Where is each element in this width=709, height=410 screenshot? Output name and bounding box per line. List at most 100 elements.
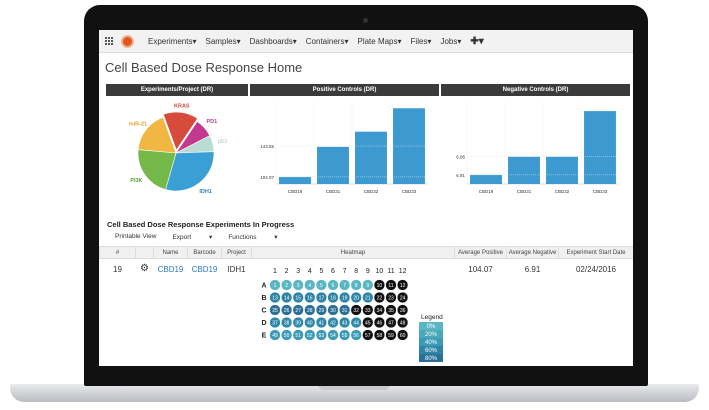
heatmap-well-label: 33 <box>365 308 371 314</box>
bar <box>546 156 578 184</box>
pie-chart: KRAS PD1 p53 IDH1 PI3K miR-21 <box>129 103 227 195</box>
col-num[interactable]: # <box>99 246 136 259</box>
heatmap-well-label: 41 <box>318 321 324 327</box>
page-title: Cell Based Dose Response Home <box>105 60 303 75</box>
heatmap-well-label: 12 <box>399 283 405 289</box>
heatmap-well-label: 47 <box>388 321 394 327</box>
heatmap-well-label: 37 <box>272 321 278 327</box>
heatmap-well-label: 54 <box>330 333 336 339</box>
heatmap-well-label: 56 <box>353 333 359 339</box>
heatmap-well-label: 39 <box>295 321 301 327</box>
nav-jobs[interactable]: Jobs▾ <box>440 37 461 46</box>
printable-view-link[interactable]: Printable View <box>115 233 156 242</box>
heatmap-well-label: 21 <box>365 296 371 302</box>
legend-label: 20% <box>424 332 437 338</box>
heatmap-col-label: 10 <box>375 268 383 275</box>
heatmap-well-label: 34 <box>376 308 382 314</box>
nav-samples[interactable]: Samples▾ <box>205 37 240 46</box>
col-avg-pos[interactable]: Average Positive <box>454 246 507 259</box>
app-logo[interactable] <box>121 34 134 48</box>
export-menu[interactable]: Export ▾ <box>172 233 212 242</box>
heatmap-well-label: 6 <box>331 283 334 289</box>
row-name-link[interactable]: CBD19 <box>154 259 188 367</box>
bar <box>279 176 311 184</box>
heatmap-col-label: 8 <box>354 268 358 275</box>
row-project: IDH1 <box>227 265 246 274</box>
heatmap-well-label: 52 <box>307 333 313 339</box>
row-barcode-link[interactable]: CBD19 <box>188 259 222 367</box>
nav-files[interactable]: Files▾ <box>411 37 432 46</box>
heatmap-col-label: 6 <box>331 268 335 275</box>
y-tick-label: 143.55 <box>260 144 274 149</box>
heatmap-well-label: 3 <box>296 283 299 289</box>
heatmap-well-label: 9 <box>366 283 369 289</box>
heatmap-col-label: 11 <box>387 268 394 275</box>
experiments-table: # Name Barcode Project Heatmap Average P… <box>99 246 633 366</box>
heatmap-well-label: 2 <box>285 283 288 289</box>
x-tick-label: CBD32 <box>555 189 570 194</box>
heatmap-col-label: 9 <box>365 268 369 275</box>
nav-dashboards[interactable]: Dashboards▾ <box>250 37 297 46</box>
heatmap-well-label: 46 <box>376 321 382 327</box>
x-tick-label: CBD32 <box>364 189 379 194</box>
heatmap-well-label: 40 <box>307 321 313 327</box>
add-icon[interactable]: ✚▾ <box>470 36 483 47</box>
x-tick-label: CBD31 <box>326 189 341 194</box>
heatmap-well-label: 8 <box>354 283 357 289</box>
nav-containers[interactable]: Containers▾ <box>306 37 349 46</box>
heatmap-well-label: 23 <box>388 296 394 302</box>
heatmap-well-label: 26 <box>283 308 289 314</box>
heatmap-well-label: 14 <box>283 296 289 302</box>
heatmap-legend-title: Legend <box>421 314 443 321</box>
x-tick-label: CBD19 <box>479 189 494 194</box>
pie-label: miR-21 <box>129 122 147 128</box>
row-start-date: 02/24/2016 <box>575 265 617 274</box>
col-project[interactable]: Project <box>221 246 252 259</box>
neg-panel-title: Negative Controls (DR) <box>441 84 630 96</box>
x-tick-label: CBD33 <box>402 189 417 194</box>
heatmap-well-label: 50 <box>283 333 289 339</box>
bar <box>355 131 387 184</box>
row-avg-neg: 6.91 <box>524 265 541 274</box>
heatmap-well-label: 20 <box>353 296 359 302</box>
pie-label: IDH1 <box>199 189 212 195</box>
heatmap-row-label: B <box>261 295 266 302</box>
y-tick-label: 6.91 <box>456 173 465 178</box>
heatmap-well-label: 45 <box>365 321 371 327</box>
pie-label: p53 <box>218 139 227 145</box>
pie-panel-title: Experiments/Project (DR) <box>106 84 248 96</box>
section-toolbar: Printable View Export ▾ Functions ▾ <box>99 231 633 244</box>
heatmap-well-label: 17 <box>318 296 324 302</box>
col-actions <box>135 246 154 259</box>
gear-icon[interactable]: ⚙ <box>136 259 154 367</box>
col-barcode[interactable]: Barcode <box>187 246 222 259</box>
apps-grid-icon[interactable] <box>105 37 113 45</box>
heatmap-well-label: 51 <box>295 333 301 339</box>
pos-bar-chart: CBD19CBD31CBD32CBD33241.91143.55104.07 <box>260 67 428 194</box>
table-row[interactable]: 19 ⚙ CBD19 CBD19 IDH1 1 2 3 4 5 6 7 8 9 10 11 12 A 1 2… <box>100 259 634 367</box>
col-start-date[interactable]: Experiment Start Date <box>558 246 633 259</box>
nav-plate-maps[interactable]: Plate Maps▾ <box>357 37 401 46</box>
bar <box>508 156 540 184</box>
heatmap-row-label: D <box>261 320 266 327</box>
y-tick-label: 6.95 <box>456 155 465 160</box>
legend-label: 40% <box>424 340 437 346</box>
pie-panel: Experiments/Project (DR) KRAS PD1 p53 IDH1 P… <box>106 84 248 212</box>
col-name[interactable]: Name <box>153 246 188 259</box>
heatmap-well-label: 38 <box>283 321 289 327</box>
col-avg-neg[interactable]: Average Negative <box>506 246 559 259</box>
row-num: 19 <box>113 265 122 274</box>
heatmap-well-label: 32 <box>353 308 359 314</box>
heatmap-well-label: 7 <box>343 283 346 289</box>
col-heatmap[interactable]: Heatmap <box>251 246 455 259</box>
heatmap-well-label: 10 <box>376 283 382 289</box>
camera-icon <box>363 18 368 23</box>
functions-menu[interactable]: Functions ▾ <box>228 233 277 242</box>
pie-label: KRAS <box>174 103 190 109</box>
heatmap-well-label: 18 <box>330 296 336 302</box>
heatmap-well-label: 5 <box>320 283 323 289</box>
heatmap-well-label: 24 <box>399 296 405 302</box>
top-nav: Experiments▾ Samples▾ Dashboards▾ Contai… <box>99 30 633 53</box>
nav-experiments[interactable]: Experiments▾ <box>148 37 196 46</box>
heatmap-well-label: 60 <box>399 333 405 339</box>
